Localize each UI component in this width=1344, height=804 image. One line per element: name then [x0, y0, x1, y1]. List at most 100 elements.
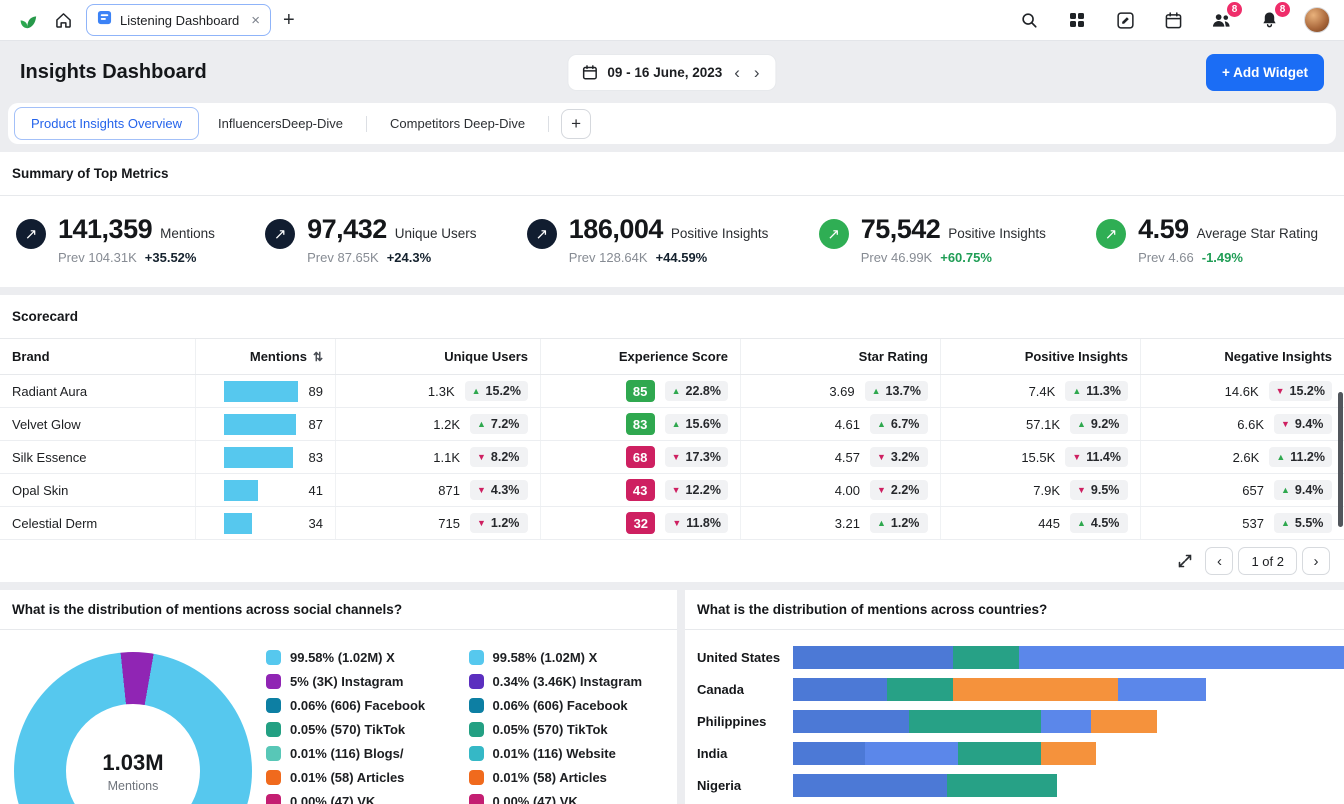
metric-label: Positive Insights — [671, 226, 769, 241]
positive-insights-cell: 15.5K▼11.4% — [940, 441, 1140, 473]
date-range-picker[interactable]: 09 - 16 June, 2023 ‹ › — [568, 55, 775, 90]
home-icon[interactable] — [50, 7, 76, 33]
close-tab-icon[interactable]: × — [251, 13, 260, 28]
trend-down-icon: ▼ — [672, 519, 681, 528]
apps-grid-icon[interactable] — [1064, 7, 1090, 33]
legend-item[interactable]: 0.01% (116) Website — [469, 746, 672, 761]
previous-period-chevron[interactable]: ‹ — [732, 64, 742, 81]
bar-segment — [909, 710, 1041, 733]
metric-body: 75,542Positive InsightsPrev 46.99K+60.75… — [861, 214, 1046, 265]
mentions-bar — [224, 414, 296, 435]
trend-pill: ▲11.2% — [1269, 447, 1332, 467]
country-bar[interactable] — [793, 678, 1344, 701]
country-bar[interactable] — [793, 710, 1344, 733]
country-label: India — [697, 746, 793, 761]
browser-tab-listening-dashboard[interactable]: Listening Dashboard × — [86, 4, 271, 36]
metric-line1: 75,542Positive Insights — [861, 214, 1046, 245]
legend-label: 0.34% (3.46K) Instagram — [493, 674, 643, 689]
expand-icon[interactable] — [1177, 553, 1193, 569]
sort-icon[interactable]: ⇅ — [313, 350, 323, 364]
notifications-bell-icon[interactable]: 8 — [1256, 7, 1282, 33]
experience-score-cell: 85▲22.8% — [540, 375, 740, 407]
trend-percent: 11.3% — [1086, 384, 1121, 398]
scrollbar-thumb[interactable] — [1338, 392, 1343, 527]
cell-value: 15.5K — [1021, 450, 1055, 465]
negative-insights-cell: 657▲9.4% — [1140, 474, 1344, 506]
bar-segment — [1091, 710, 1157, 733]
column-header-experience-score[interactable]: Experience Score — [540, 339, 740, 374]
metrics-row: ↗141,359MentionsPrev 104.31K+35.52%↗97,4… — [0, 196, 1344, 287]
trend-down-icon: ▼ — [1276, 387, 1285, 396]
metric-value: 186,004 — [569, 214, 663, 245]
column-header-brand[interactable]: Brand — [0, 339, 195, 374]
add-tab-button[interactable]: + — [561, 109, 591, 139]
trend-percent: 4.3% — [491, 483, 520, 497]
next-period-chevron[interactable]: › — [752, 64, 762, 81]
search-icon[interactable] — [1016, 7, 1042, 33]
legend-swatch — [266, 794, 281, 804]
mentions-bar — [224, 447, 293, 468]
negative-insights-cell: 2.6K▲11.2% — [1140, 441, 1344, 473]
trend-down-icon: ▼ — [1072, 453, 1081, 462]
compose-icon[interactable] — [1112, 7, 1138, 33]
trend-pill: ▼9.5% — [1070, 480, 1128, 500]
legend-label: 0.05% (570) TikTok — [290, 722, 405, 737]
next-page-button[interactable]: › — [1302, 547, 1330, 575]
negative-insights-cell: 14.6K▼15.2% — [1140, 375, 1344, 407]
legend-item[interactable]: 0.00% (47) VK — [469, 794, 672, 804]
country-bar[interactable] — [793, 774, 1344, 797]
cell-value: 1.1K — [433, 450, 460, 465]
legend-item[interactable]: 99.58% (1.02M) X — [469, 650, 672, 665]
people-icon[interactable]: 8 — [1208, 7, 1234, 33]
legend-item[interactable]: 0.00% (47) VK — [266, 794, 469, 804]
unique-users-cell: 1.1K▼8.2% — [335, 441, 540, 473]
trend-up-icon: ▲ — [1077, 420, 1086, 429]
legend-item[interactable]: 0.01% (116) Blogs/ — [266, 746, 469, 761]
legend-item[interactable]: 0.05% (570) TikTok — [266, 722, 469, 737]
star-rating-cell: 4.00▼2.2% — [740, 474, 940, 506]
unique-users-cell: 715▼1.2% — [335, 507, 540, 539]
column-header-negative-insights[interactable]: Negative Insights — [1140, 339, 1344, 374]
trend-pill: ▼17.3% — [665, 447, 728, 467]
country-bar[interactable] — [793, 742, 1344, 765]
trend-percent: 15.2% — [486, 384, 521, 398]
tab-product-insights-overview[interactable]: Product Insights Overview — [14, 107, 199, 140]
legend-item[interactable]: 0.05% (570) TikTok — [469, 722, 672, 737]
legend-label: 0.01% (116) Website — [493, 746, 616, 761]
calendar-icon[interactable] — [1160, 7, 1186, 33]
cell-value: 1.3K — [428, 384, 455, 399]
metric-delta: +24.3% — [387, 250, 431, 265]
user-avatar[interactable] — [1304, 7, 1330, 33]
legend-item[interactable]: 99.58% (1.02M) X — [266, 650, 469, 665]
country-bar[interactable] — [793, 646, 1344, 669]
topbar: Listening Dashboard × + 8 — [0, 0, 1344, 41]
table-row: Celestial Derm34715▼1.2%32▼11.8%3.21▲1.2… — [0, 507, 1344, 540]
tab-influencers-deep-dive[interactable]: InfluencersDeep-Dive — [201, 107, 360, 140]
column-header-positive-insights[interactable]: Positive Insights — [940, 339, 1140, 374]
score-badge: 83 — [626, 413, 655, 435]
legend-item[interactable]: 0.06% (606) Facebook — [469, 698, 672, 713]
legend-item[interactable]: 0.01% (58) Articles — [469, 770, 672, 785]
trend-up-icon: ▲ — [1281, 486, 1290, 495]
legend-item[interactable]: 5% (3K) Instagram — [266, 674, 469, 689]
column-header-mentions[interactable]: Mentions⇅ — [195, 339, 335, 374]
previous-page-button[interactable]: ‹ — [1205, 547, 1233, 575]
legend-label: 0.01% (116) Blogs/ — [290, 746, 403, 761]
legend-item[interactable]: 0.06% (606) Facebook — [266, 698, 469, 713]
legend-item[interactable]: 0.01% (58) Articles — [266, 770, 469, 785]
metric-card: ↗186,004Positive InsightsPrev 128.64K+44… — [527, 214, 769, 265]
add-widget-button[interactable]: + Add Widget — [1206, 54, 1324, 91]
country-row: India — [697, 742, 1344, 765]
new-tab-button[interactable]: + — [283, 9, 295, 32]
trend-pill: ▼3.2% — [870, 447, 928, 467]
column-header-unique-users[interactable]: Unique Users — [335, 339, 540, 374]
column-header-star-rating[interactable]: Star Rating — [740, 339, 940, 374]
tab-competitors-deep-dive[interactable]: Competitors Deep-Dive — [373, 107, 542, 140]
positive-insights-cell: 445▲4.5% — [940, 507, 1140, 539]
bar-segment — [1041, 710, 1091, 733]
legend-item[interactable]: 0.34% (3.46K) Instagram — [469, 674, 672, 689]
metric-prev: Prev 46.99K — [861, 250, 933, 265]
sprout-logo-icon[interactable] — [14, 7, 40, 33]
country-row: Nigeria — [697, 774, 1344, 797]
donut-chart[interactable]: 1.03M Mentions — [14, 644, 266, 804]
